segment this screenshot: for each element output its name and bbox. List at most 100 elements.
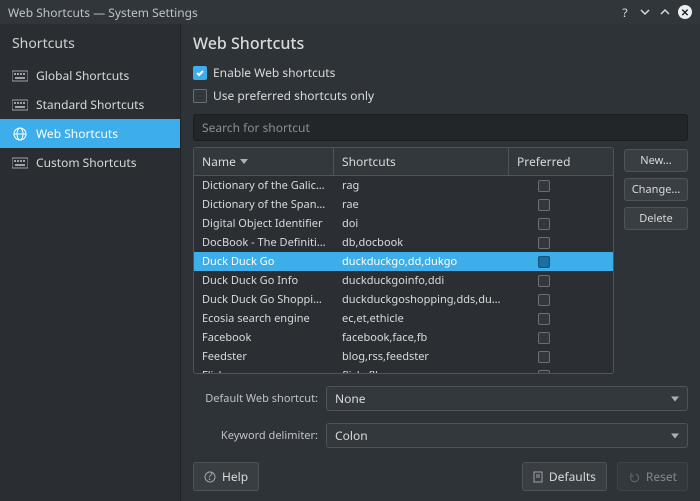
undo-icon [628, 471, 640, 483]
table-row[interactable]: DocBook - The Definitive Guidedb,docbook [194, 233, 613, 252]
change-button[interactable]: Change... [624, 178, 688, 201]
cell-preferred [509, 273, 579, 289]
close-icon[interactable]: ✕ [678, 5, 692, 19]
search-input[interactable]: Search for shortcut [193, 114, 688, 141]
preferred-checkbox-row[interactable]: Use preferred shortcuts only [193, 87, 688, 104]
delete-button[interactable]: Delete [624, 207, 688, 230]
minimize-icon[interactable] [638, 5, 652, 19]
help-icon: ? [204, 471, 216, 483]
content: Web Shortcuts Enable Web shortcuts Use p… [181, 24, 700, 501]
help-button[interactable]: ? Help [193, 462, 259, 491]
cell-shortcuts: rag [334, 176, 509, 195]
cell-shortcuts: facebook,face,fb [334, 328, 509, 347]
column-name[interactable]: Name [194, 148, 334, 175]
preferred-checkbox[interactable] [538, 313, 550, 325]
cell-name: Feedster [194, 347, 334, 366]
shortcuts-table: Name Shortcuts Preferred Dictionary of t… [193, 147, 614, 374]
default-shortcut-combo[interactable]: None [326, 386, 688, 411]
table-row[interactable]: Digital Object Identifierdoi [194, 214, 613, 233]
cell-preferred [509, 235, 579, 251]
cell-name: Duck Duck Go [194, 252, 334, 271]
window-title: Web Shortcuts — System Settings [8, 4, 618, 21]
table-row[interactable]: Duck Duck Goduckduckgo,dd,dukgo [194, 252, 613, 271]
column-preferred[interactable]: Preferred [509, 148, 579, 175]
cell-shortcuts: ec,et,ethicle [334, 309, 509, 328]
preferred-checkbox[interactable] [538, 332, 550, 344]
titlebar: Web Shortcuts — System Settings ? ✕ [0, 0, 700, 24]
document-icon [533, 471, 543, 483]
preferred-checkbox[interactable] [538, 370, 550, 374]
cell-name: Digital Object Identifier [194, 214, 334, 233]
default-shortcut-label: Default Web shortcut: [193, 391, 318, 406]
checkbox-enable[interactable] [193, 66, 207, 80]
default-shortcut-row: Default Web shortcut: None [193, 386, 688, 411]
delimiter-label: Keyword delimiter: [193, 428, 318, 443]
cell-preferred [509, 178, 579, 194]
cell-name: Duck Duck Go Info [194, 271, 334, 290]
main-row: Name Shortcuts Preferred Dictionary of t… [193, 147, 688, 374]
maximize-icon[interactable] [658, 5, 672, 19]
table-header: Name Shortcuts Preferred [194, 148, 613, 176]
table-row[interactable]: Duck Duck Go Infoduckduckgoinfo,ddi [194, 271, 613, 290]
cell-preferred [509, 254, 579, 270]
preferred-checkbox[interactable] [538, 351, 550, 363]
cell-name: DocBook - The Definitive Guide [194, 233, 334, 252]
cell-shortcuts: db,docbook [334, 233, 509, 252]
delimiter-combo[interactable]: Colon [326, 423, 688, 448]
enable-checkbox-row[interactable]: Enable Web shortcuts [193, 64, 688, 81]
preferred-checkbox[interactable] [538, 180, 550, 192]
preferred-checkbox[interactable] [538, 256, 550, 268]
sidebar-item-standard-shortcuts[interactable]: Standard Shortcuts [0, 90, 180, 119]
cell-shortcuts: duckduckgoinfo,ddi [334, 271, 509, 290]
sidebar-item-global-shortcuts[interactable]: Global Shortcuts [0, 61, 180, 90]
sidebar-item-label: Custom Shortcuts [36, 154, 137, 171]
preferred-checkbox[interactable] [538, 275, 550, 287]
sidebar-item-label: Web Shortcuts [36, 125, 118, 142]
cell-shortcuts: rae [334, 195, 509, 214]
cell-preferred [509, 311, 579, 327]
table-row[interactable]: Facebookfacebook,face,fb [194, 328, 613, 347]
table-row[interactable]: Dictionary of the Spanish Aca…rae [194, 195, 613, 214]
chevron-down-icon [240, 159, 248, 164]
cell-preferred [509, 197, 579, 213]
table-row[interactable]: Ecosia search engineec,et,ethicle [194, 309, 613, 328]
globe-icon [12, 126, 28, 142]
sidebar-item-custom-shortcuts[interactable]: Custom Shortcuts [0, 148, 180, 177]
preferred-checkbox[interactable] [538, 294, 550, 306]
sidebar-title: Shortcuts [0, 24, 180, 61]
cell-name: Duck Duck Go Shopping [194, 290, 334, 309]
window-buttons: ? ✕ [618, 5, 692, 19]
preferred-checkbox[interactable] [538, 218, 550, 230]
defaults-button[interactable]: Defaults [522, 462, 607, 491]
cell-preferred [509, 216, 579, 232]
sidebar-item-label: Standard Shortcuts [36, 96, 144, 113]
cell-name: Ecosia search engine [194, 309, 334, 328]
new-button[interactable]: New... [624, 149, 688, 172]
reset-button[interactable]: Reset [617, 462, 688, 491]
cell-shortcuts: flickr,flkr [334, 366, 509, 373]
page-title: Web Shortcuts [193, 32, 688, 54]
preferred-checkbox[interactable] [538, 199, 550, 211]
keyboard-icon [12, 68, 28, 84]
footer: ? Help Defaults Reset [193, 462, 688, 491]
table-row[interactable]: Flickrflickr,flkr [194, 366, 613, 373]
svg-text:?: ? [207, 471, 212, 483]
keyboard-icon [12, 97, 28, 113]
cell-shortcuts: duckduckgo,dd,dukgo [334, 252, 509, 271]
cell-preferred [509, 330, 579, 346]
table-row[interactable]: Feedsterblog,rss,feedster [194, 347, 613, 366]
table-row[interactable]: Dictionary of the Galician Aca…rag [194, 176, 613, 195]
preferred-checkbox[interactable] [538, 237, 550, 249]
table-side-buttons: New... Change... Delete [624, 147, 688, 374]
column-shortcuts[interactable]: Shortcuts [334, 148, 509, 175]
keyboard-icon [12, 155, 28, 171]
checkbox-preferred[interactable] [193, 89, 207, 103]
table-row[interactable]: Duck Duck Go Shoppingduckduckgoshopping,… [194, 290, 613, 309]
cell-shortcuts: blog,rss,feedster [334, 347, 509, 366]
help-icon[interactable]: ? [618, 5, 632, 19]
sidebar-item-web-shortcuts[interactable]: Web Shortcuts [0, 119, 180, 148]
cell-preferred [509, 368, 579, 374]
cell-preferred [509, 292, 579, 308]
enable-label: Enable Web shortcuts [213, 64, 335, 81]
cell-preferred [509, 349, 579, 365]
